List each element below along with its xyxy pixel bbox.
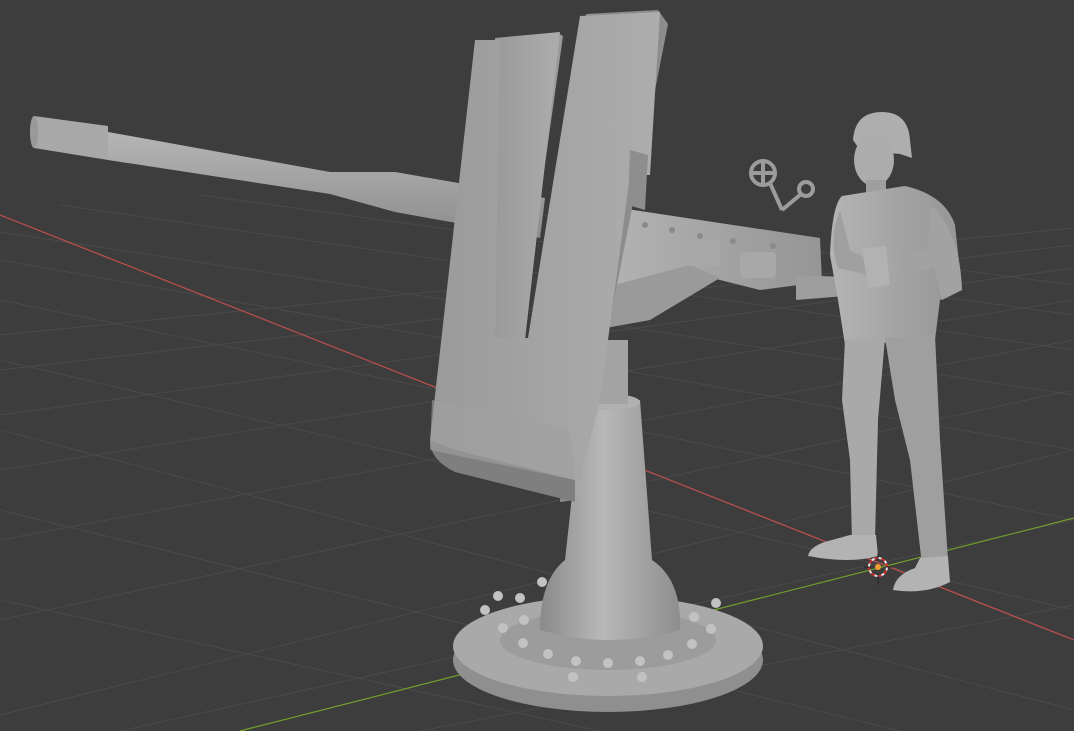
viewport-canvas[interactable] bbox=[0, 0, 1074, 731]
anti-aircraft-gun[interactable] bbox=[30, 10, 870, 712]
3d-viewport[interactable] bbox=[0, 0, 1074, 731]
gun-sight bbox=[749, 159, 815, 212]
soldier-figure[interactable] bbox=[808, 112, 962, 592]
